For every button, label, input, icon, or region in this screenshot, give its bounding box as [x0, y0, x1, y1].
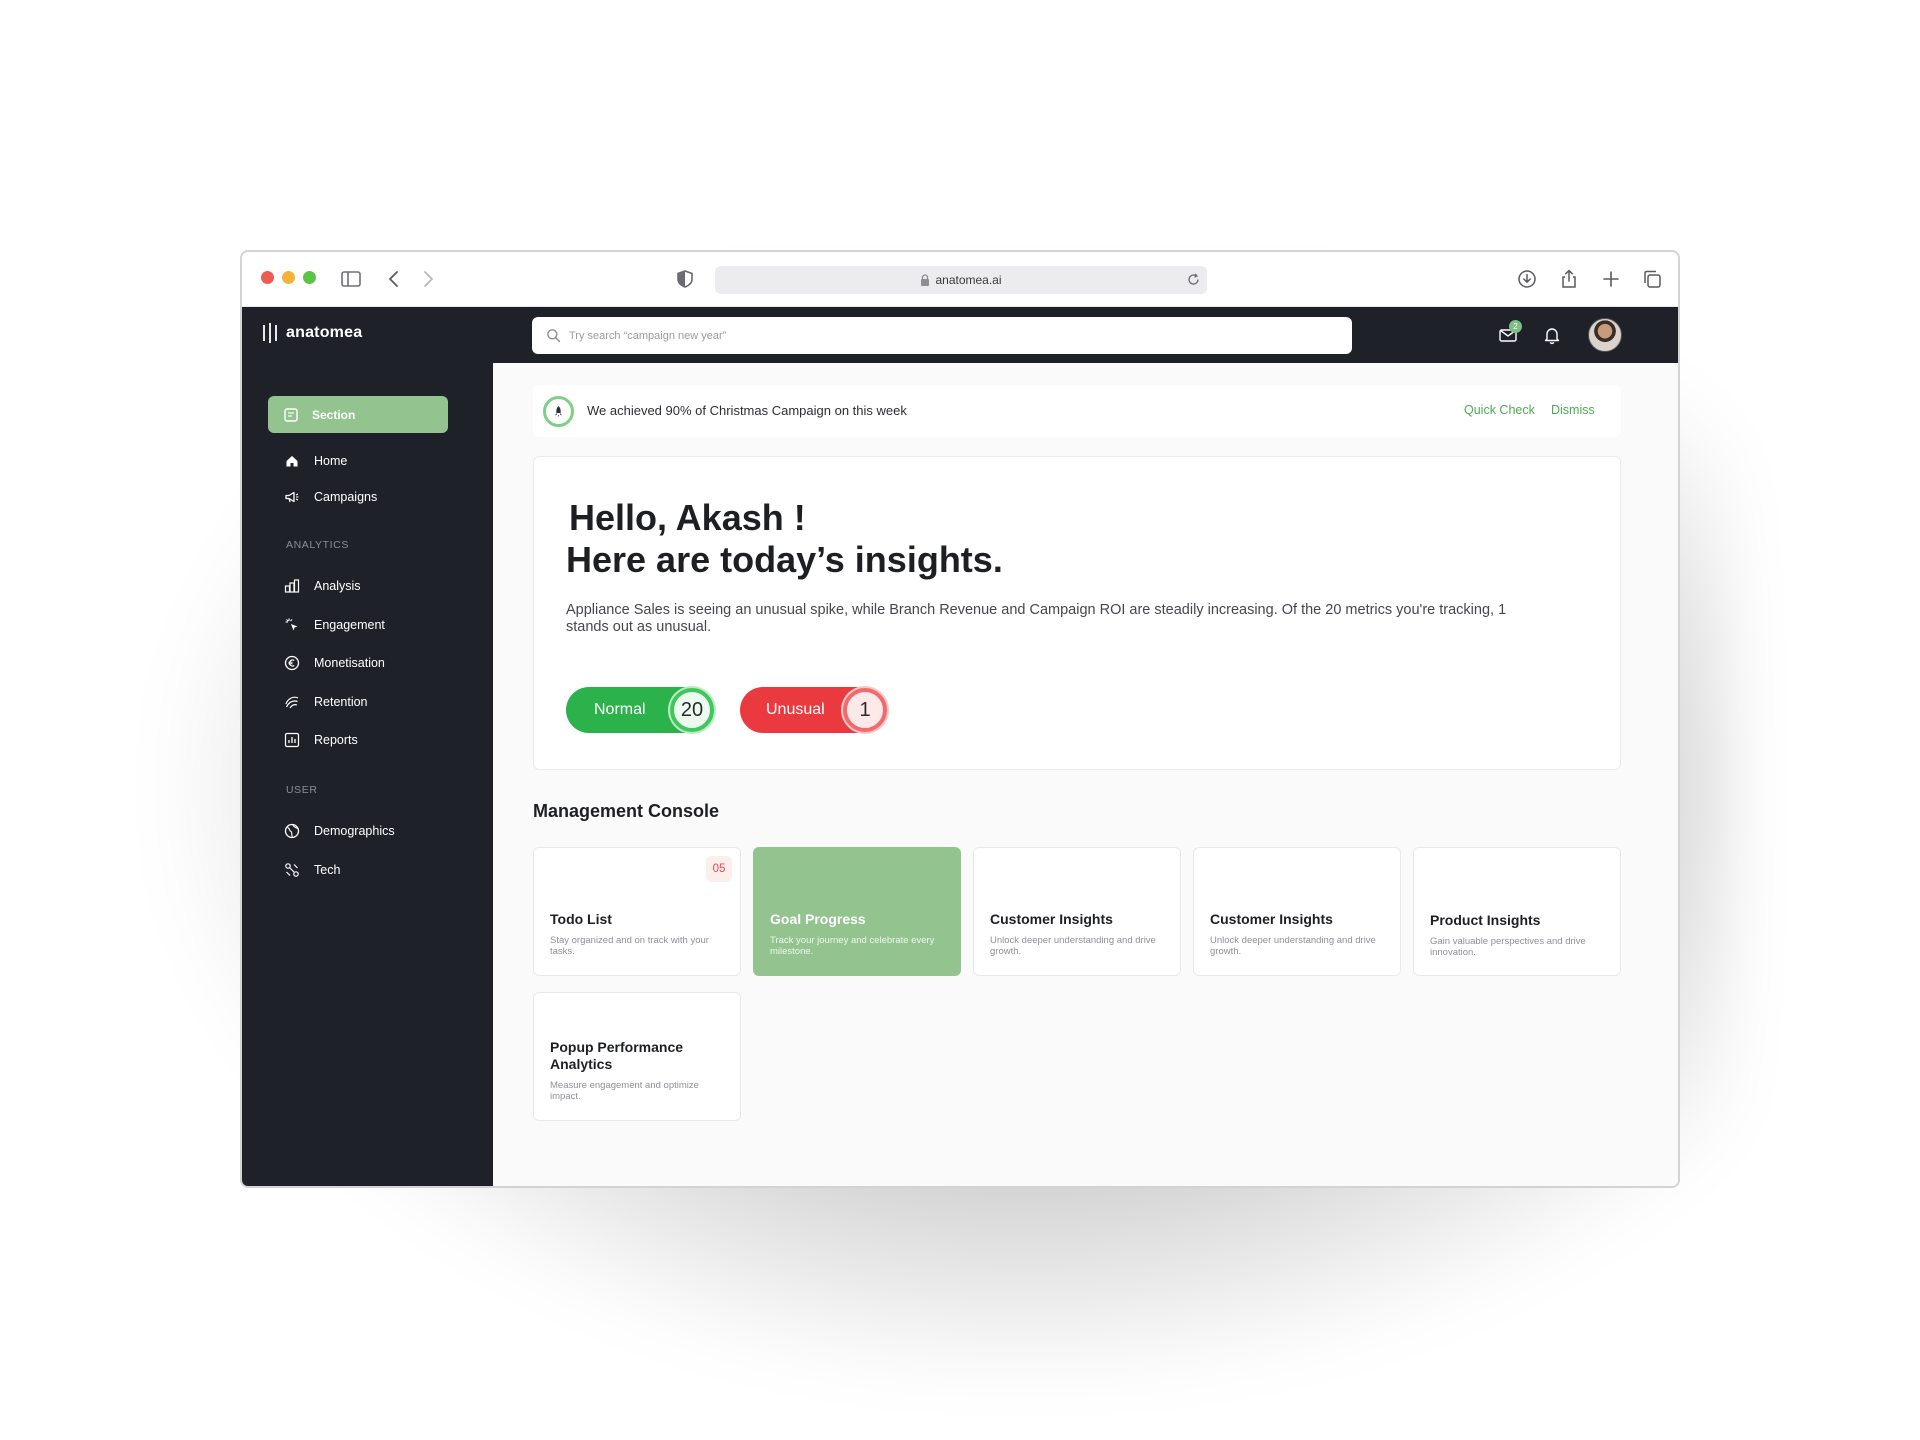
greeting-heading: Hello, Akash ! — [569, 497, 806, 538]
dismiss-link[interactable]: Dismiss — [1551, 403, 1595, 417]
management-console-title: Management Console — [533, 801, 720, 821]
sidebar-item-reports[interactable]: Reports — [284, 730, 358, 750]
unusual-count: 1 — [843, 688, 887, 732]
share-icon[interactable] — [1557, 267, 1581, 291]
tile-title: Todo List — [550, 911, 612, 927]
user-avatar[interactable] — [1588, 318, 1622, 352]
todo-list-tile[interactable]: 05 Todo List Stay organized and on track… — [533, 847, 741, 976]
browser-toolbar: anatomea.ai — [242, 252, 1678, 307]
product-insights-tile[interactable]: Product Insights Gain valuable perspecti… — [1413, 847, 1621, 976]
normal-metrics-pill[interactable]: Normal 20 — [566, 687, 714, 733]
campaign-alert: We achieved 90% of Christmas Campaign on… — [533, 385, 1621, 437]
section-icon — [284, 407, 298, 422]
rocket-icon — [543, 396, 574, 427]
sidebar-item-label: Analysis — [314, 579, 361, 593]
shield-icon[interactable] — [673, 267, 697, 291]
quick-check-link[interactable]: Quick Check — [1464, 403, 1535, 417]
anatomea-logo-icon — [263, 323, 277, 343]
tile-title: Product Insights — [1430, 912, 1541, 928]
sidebar-item-monetisation[interactable]: Monetisation — [284, 653, 385, 673]
tile-title: Popup Performance Analytics — [550, 1039, 684, 1072]
report-icon — [284, 732, 300, 748]
unusual-label: Unusual — [766, 701, 825, 718]
sidebar-item-label: Engagement — [314, 618, 385, 632]
notifications-button[interactable] — [1540, 323, 1564, 347]
sidebar-item-campaigns[interactable]: Campaigns — [284, 487, 377, 507]
home-icon — [286, 456, 298, 467]
tile-title: Goal Progress — [770, 911, 866, 927]
unusual-metrics-pill[interactable]: Unusual 1 — [740, 687, 887, 733]
address-bar[interactable]: anatomea.ai — [715, 266, 1207, 294]
sidebar-item-demographics[interactable]: Demographics — [284, 821, 395, 841]
sidebar-item-label: Demographics — [314, 824, 395, 838]
tile-description: Measure engagement and optimize impact. — [550, 1080, 699, 1102]
insights-description: Appliance Sales is seeing an unusual spi… — [566, 602, 1507, 635]
megaphone-icon — [285, 491, 299, 503]
sidebar-item-home[interactable]: Home — [284, 451, 347, 471]
search-bar[interactable] — [532, 317, 1352, 354]
tile-description: Track your journey and celebrate every m… — [770, 935, 935, 957]
tile-description: Gain valuable perspectives and drive inn… — [1430, 936, 1586, 958]
insights-headline: Here are today’s insights. — [566, 539, 1003, 580]
sidebar-item-analysis[interactable]: Analysis — [284, 576, 361, 596]
tech-icon — [285, 863, 299, 877]
minimize-window-button[interactable] — [282, 271, 295, 284]
sidebar-item-retention[interactable]: Retention — [284, 692, 368, 712]
app-name: anatomea — [286, 324, 363, 341]
reload-icon[interactable] — [1186, 272, 1201, 287]
tile-description: Unlock deeper understanding and drive gr… — [1210, 935, 1376, 957]
tabs-overview-icon[interactable] — [1640, 267, 1664, 291]
insights-card: Hello, Akash ! Here are today’s insights… — [533, 456, 1621, 770]
mail-button[interactable]: 2 — [1496, 320, 1522, 347]
forward-arrow-icon[interactable] — [415, 267, 439, 291]
tile-description: Unlock deeper understanding and drive gr… — [990, 935, 1156, 957]
download-icon[interactable] — [1515, 267, 1539, 291]
retention-icon — [285, 696, 299, 709]
normal-count: 20 — [670, 688, 714, 732]
normal-label: Normal — [594, 701, 646, 718]
euro-icon — [284, 655, 300, 671]
tile-title: Customer Insights — [1210, 911, 1333, 927]
mail-count-badge: 2 — [1509, 320, 1522, 333]
globe-icon — [284, 823, 300, 839]
section-button[interactable]: Section — [268, 396, 448, 433]
main-content: We achieved 90% of Christmas Campaign on… — [493, 363, 1678, 1186]
todo-count-badge: 05 — [706, 856, 732, 882]
browser-window: anatomea.ai anatomea Try search “campaig… — [240, 250, 1680, 1188]
url-text: anatomea.ai — [935, 273, 1002, 287]
search-icon — [547, 329, 561, 343]
bell-icon — [1544, 328, 1560, 345]
customer-insights-tile[interactable]: Customer Insights Unlock deeper understa… — [973, 847, 1181, 976]
user-heading: USER — [286, 784, 318, 796]
sidebar-item-label: Home — [314, 454, 348, 468]
sidebar-item-tech[interactable]: Tech — [284, 860, 340, 880]
sidebar: Section Home Campaigns ANALYTICS Analysi… — [242, 363, 493, 1186]
sidebar-item-label: Monetisation — [314, 656, 385, 670]
back-arrow-icon[interactable] — [383, 267, 407, 291]
popup-performance-tile[interactable]: Popup Performance Analytics Measure enga… — [533, 992, 741, 1121]
alert-message: We achieved 90% of Christmas Campaign on… — [587, 403, 907, 418]
goal-progress-tile[interactable]: Goal Progress Track your journey and cel… — [753, 847, 961, 976]
app-logo[interactable]: anatomea — [262, 322, 362, 344]
new-tab-icon[interactable] — [1599, 267, 1623, 291]
customer-insights-tile-2[interactable]: Customer Insights Unlock deeper understa… — [1193, 847, 1401, 976]
sidebar-item-label: Retention — [314, 695, 368, 709]
bar-chart-icon — [284, 579, 300, 593]
app-header: anatomea 2 — [242, 307, 1678, 363]
maximize-window-button[interactable] — [303, 271, 316, 284]
search-input[interactable] — [569, 329, 1269, 342]
sidebar-item-engagement[interactable]: Engagement — [284, 615, 385, 635]
sidebar-toggle-icon[interactable] — [339, 267, 363, 291]
tile-title: Customer Insights — [990, 911, 1113, 927]
analytics-heading: ANALYTICS — [286, 539, 349, 551]
click-icon — [285, 618, 298, 631]
sidebar-item-label: Reports — [314, 733, 358, 747]
close-window-button[interactable] — [261, 271, 274, 284]
lock-icon — [921, 274, 930, 286]
sidebar-item-label: Campaigns — [314, 490, 378, 504]
section-button-label: Section — [312, 407, 356, 422]
sidebar-item-label: Tech — [314, 863, 341, 877]
tile-description: Stay organized and on track with your ta… — [550, 935, 709, 957]
window-controls — [261, 271, 316, 284]
